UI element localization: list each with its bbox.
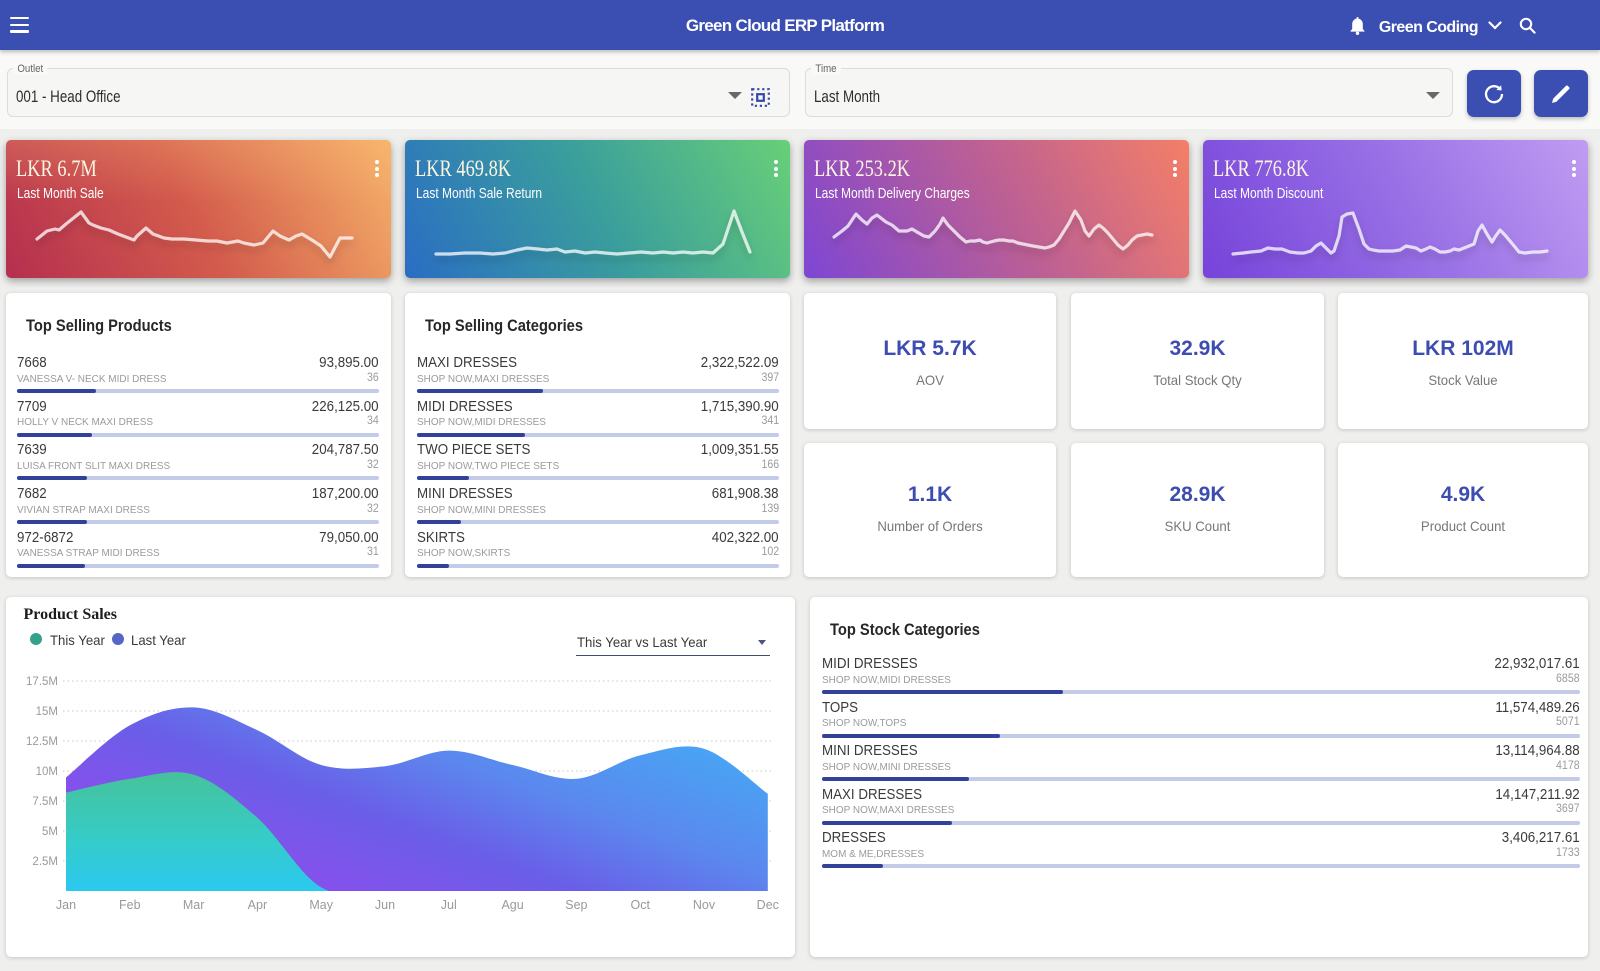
svg-text:Jun: Jun — [375, 898, 395, 912]
svg-text:5M: 5M — [42, 826, 58, 838]
svg-text:Dec: Dec — [757, 898, 779, 912]
svg-text:10M: 10M — [36, 766, 58, 778]
svg-text:Feb: Feb — [119, 898, 141, 912]
svg-text:12.5M: 12.5M — [26, 736, 58, 748]
svg-text:2.5M: 2.5M — [32, 856, 58, 868]
svg-text:17.5M: 17.5M — [26, 676, 58, 688]
svg-text:Mar: Mar — [183, 898, 205, 912]
svg-text:7.5M: 7.5M — [32, 796, 58, 808]
svg-text:Apr: Apr — [248, 898, 267, 912]
svg-text:Agu: Agu — [501, 898, 523, 912]
svg-text:May: May — [309, 898, 333, 912]
svg-text:Sep: Sep — [565, 898, 587, 912]
svg-text:15M: 15M — [36, 706, 58, 718]
svg-text:Oct: Oct — [630, 898, 650, 912]
svg-text:Nov: Nov — [693, 898, 716, 912]
svg-text:Jul: Jul — [441, 898, 457, 912]
svg-text:Jan: Jan — [56, 898, 76, 912]
